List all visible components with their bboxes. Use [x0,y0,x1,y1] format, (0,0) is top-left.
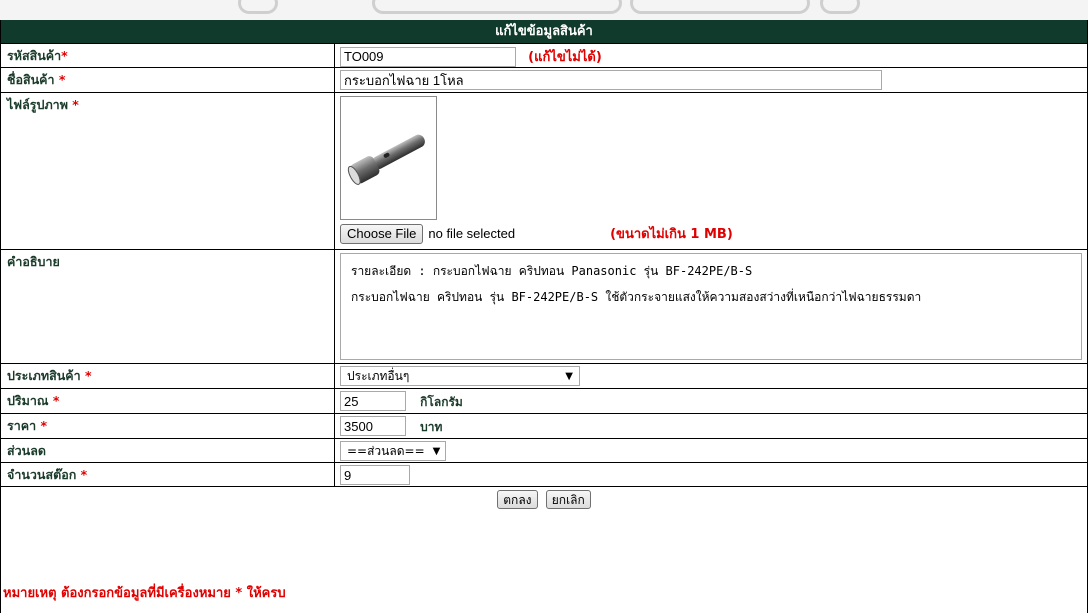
label-image-file: ไฟล์รูปภาพ * [1,93,335,249]
required-star: * [80,467,88,482]
label-category: ประเภทสินค้า * [1,364,335,388]
label-product-name: ชื่อสินค้า * [1,68,335,92]
row-price: ราคา * บาท [1,414,1087,439]
stock-input[interactable] [340,465,410,485]
choose-file-button[interactable]: Choose File [340,223,424,244]
product-name-input[interactable] [340,70,882,90]
row-discount: ส่วนลด ==ส่วนลด== ▼ [1,439,1087,463]
discount-select[interactable]: ==ส่วนลด== ▼ [340,441,446,461]
file-size-note: (ขนาดไม่เกิน 1 MB) [610,227,733,242]
label-quantity: ปริมาณ * [1,389,335,413]
category-select[interactable]: ประเภทอื่นๆ ▼ [340,366,580,386]
row-description: คำอธิบาย รายละเอียด : กระบอกไฟฉาย คริปทอ… [1,250,1087,364]
required-star: * [52,393,60,408]
required-star: * [72,97,79,112]
label-stock: จำนวนสต๊อก * [1,463,335,486]
row-product-name: ชื่อสินค้า * [1,68,1087,93]
product-code-input[interactable] [340,46,516,67]
description-textarea[interactable]: รายละเอียด : กระบอกไฟฉาย คริปทอน Panason… [340,253,1082,360]
flashlight-image [340,96,437,220]
row-category: ประเภทสินค้า * ประเภทอื่นๆ ▼ [1,364,1087,389]
not-editable-note: (แก้ไขไม่ได้) [528,50,602,65]
file-status: no file selected [428,226,516,241]
label-price: ราคา * [1,414,335,438]
row-product-code: รหัสสินค้า* (แก้ไขไม่ได้) [1,44,1087,68]
top-banner-fragment [0,0,1088,20]
required-star: * [40,418,48,433]
edit-product-form: แก้ไขข้อมูลสินค้า รหัสสินค้า* (แก้ไขไม่ไ… [0,20,1088,613]
label-discount: ส่วนลด [1,439,335,462]
required-star: * [85,368,92,383]
required-footnote: หมายเหตุ ต้องกรอกข้อมูลที่มีเครื่องหมาย … [3,586,286,601]
form-title: แก้ไขข้อมูลสินค้า [1,20,1087,44]
price-unit: บาท [420,419,443,434]
label-description: คำอธิบาย [1,250,335,363]
row-stock: จำนวนสต๊อก * [1,463,1087,487]
quantity-unit: กิโลกรัม [420,394,463,409]
dropdown-arrow-icon: ▼ [565,370,573,382]
label-product-code: รหัสสินค้า* [1,44,335,67]
required-star: * [61,48,68,63]
price-input[interactable] [340,416,406,436]
row-image-file: ไฟล์รูปภาพ * Choose File no file selecte… [1,93,1087,250]
form-actions: ตกลง ยกเลิก [1,487,1087,514]
dropdown-arrow-icon: ▼ [432,445,441,457]
cancel-button[interactable]: ยกเลิก [545,490,591,509]
ok-button[interactable]: ตกลง [497,490,538,509]
quantity-input[interactable] [340,391,406,411]
row-quantity: ปริมาณ * กิโลกรัม [1,389,1087,414]
required-star: * [58,72,66,87]
